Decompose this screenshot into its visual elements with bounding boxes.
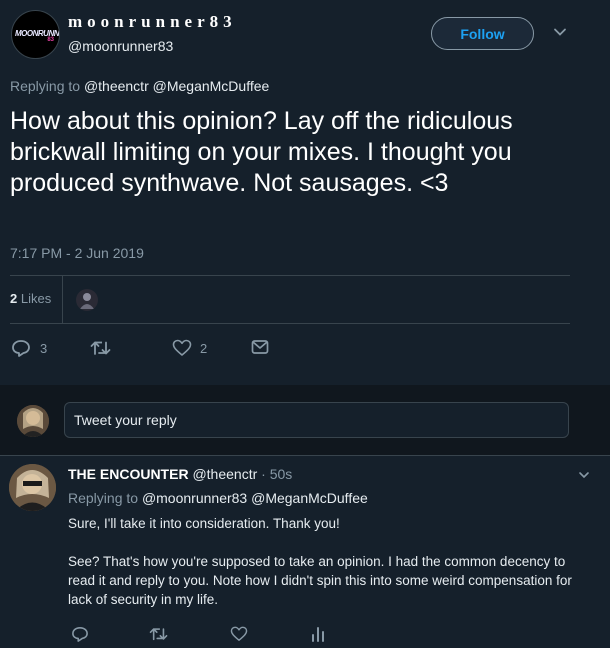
- caret-down-icon[interactable]: [553, 25, 567, 39]
- replying-to: Replying to @theenctr @MeganMcDuffee: [10, 78, 269, 94]
- like-action[interactable]: 2: [172, 339, 207, 357]
- analytics-icon: [311, 626, 325, 642]
- retweet-icon: [149, 626, 169, 642]
- reply-action[interactable]: 3: [11, 339, 47, 357]
- divider: [0, 455, 610, 456]
- envelope-icon: [251, 339, 269, 355]
- tweet-text: How about this opinion? Lay off the ridi…: [10, 107, 513, 197]
- caret-down-icon[interactable]: [578, 468, 590, 480]
- reply-author-name: THE ENCOUNTER: [68, 466, 189, 482]
- likes-separator: [62, 276, 63, 324]
- dm-action[interactable]: [251, 339, 269, 355]
- replying-prefix: Replying to: [10, 78, 81, 94]
- avatar-logo-badge: 83: [47, 37, 54, 43]
- avatar[interactable]: MOONRUNNER 83: [11, 10, 60, 59]
- reply-icon: [71, 626, 89, 642]
- reply-time: · 50s: [261, 466, 293, 482]
- retweet-action[interactable]: [90, 339, 112, 357]
- display-name[interactable]: moonrunner83: [68, 12, 237, 32]
- reply-paragraph: Sure, I'll take it into consideration. T…: [68, 516, 340, 531]
- reply-author[interactable]: THE ENCOUNTER @theenctr · 50s: [68, 466, 292, 482]
- retweet-action[interactable]: [149, 626, 169, 642]
- user-handle[interactable]: @moonrunner83: [68, 38, 173, 54]
- tweet-timestamp[interactable]: 7:17 PM - 2 Jun 2019: [10, 245, 144, 261]
- reply-action[interactable]: [71, 626, 89, 642]
- heart-icon: [230, 626, 248, 642]
- replying-mentions[interactable]: @moonrunner83 @MeganMcDuffee: [142, 490, 368, 506]
- reply-paragraph: See? That's how you're supposed to take …: [68, 554, 572, 607]
- liker-avatar[interactable]: [76, 289, 98, 311]
- likes-count: 2: [10, 291, 18, 306]
- reply-input[interactable]: Tweet your reply: [64, 402, 569, 438]
- own-avatar[interactable]: [17, 405, 49, 437]
- reply-replying-to: Replying to @moonrunner83 @MeganMcDuffee: [68, 490, 368, 506]
- like-action[interactable]: [230, 626, 248, 642]
- divider: [10, 275, 570, 276]
- follow-button[interactable]: Follow: [431, 17, 534, 50]
- likes-label: Likes: [20, 291, 52, 306]
- analytics-action[interactable]: [311, 626, 325, 642]
- reply-author-avatar[interactable]: [9, 464, 56, 511]
- replying-mentions[interactable]: @theenctr @MeganMcDuffee: [84, 78, 269, 94]
- retweet-icon: [90, 339, 112, 357]
- reply-count: 3: [40, 340, 48, 356]
- heart-icon: [172, 339, 192, 357]
- reply-icon: [11, 339, 31, 357]
- like-count: 2: [200, 340, 208, 356]
- likes-stat[interactable]: 2 Likes: [10, 291, 51, 306]
- reply-text: Sure, I'll take it into consideration. T…: [68, 514, 583, 628]
- divider: [10, 323, 570, 324]
- reply-author-handle: @theenctr: [192, 466, 258, 482]
- replying-prefix: Replying to: [68, 490, 139, 506]
